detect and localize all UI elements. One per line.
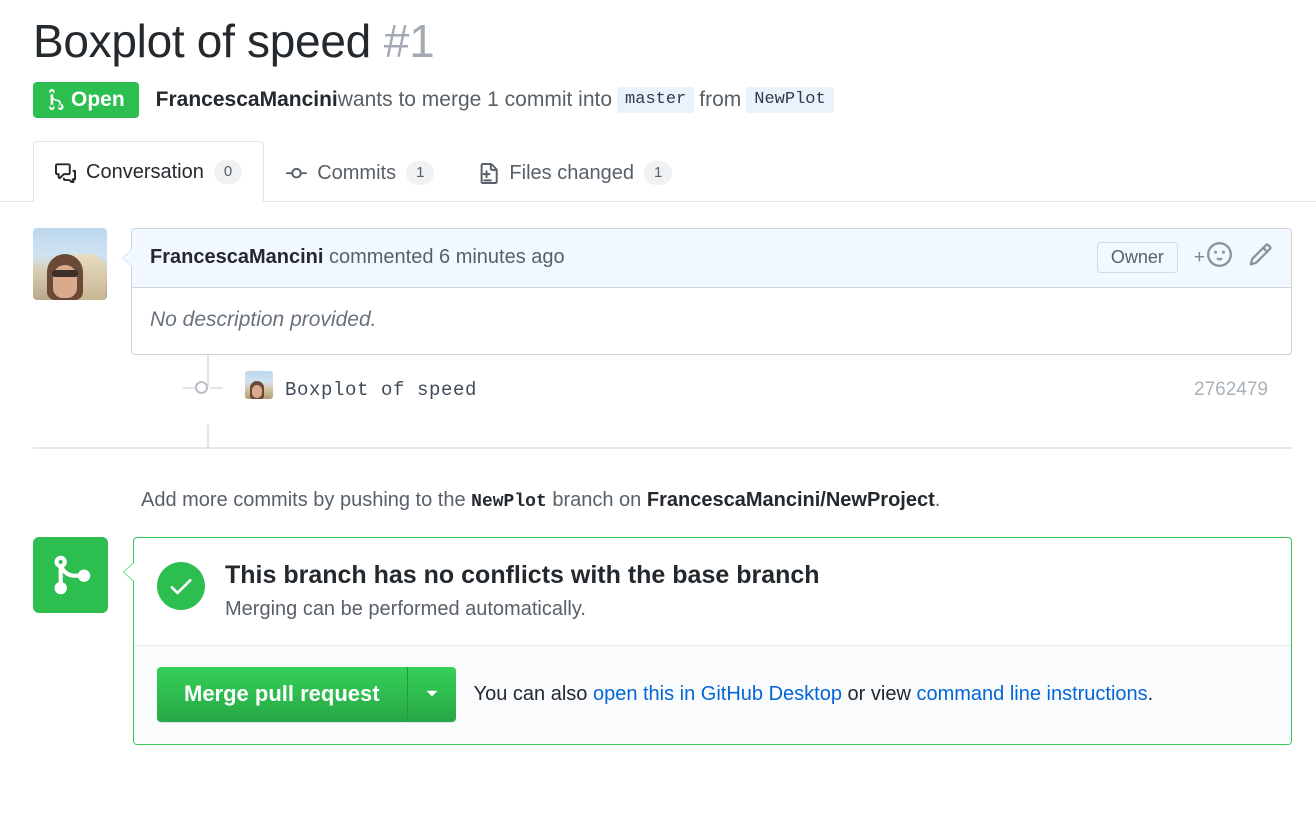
git-commit-icon	[286, 163, 308, 184]
merge-box: This branch has no conflicts with the ba…	[123, 537, 1292, 746]
merge-status: This branch has no conflicts with the ba…	[134, 538, 1291, 645]
tab-commits-label: Commits	[317, 161, 397, 184]
status-badge: Open	[33, 82, 139, 118]
commit-avatar-face	[252, 385, 262, 398]
github-desktop-link[interactable]: open this in GitHub Desktop	[593, 683, 842, 705]
git-pull-request-icon	[45, 89, 64, 110]
commit-sha[interactable]: 2762479	[1194, 379, 1268, 401]
commit-author-avatar[interactable]	[245, 371, 273, 399]
file-diff-icon	[478, 162, 499, 184]
comment-arrow-fill	[123, 249, 133, 267]
avatar[interactable]	[33, 228, 107, 300]
tab-files-changed[interactable]: Files changed 1	[456, 143, 694, 202]
commits-block: Boxplot of speed 2762479	[33, 355, 1292, 447]
timeline-node	[195, 381, 208, 394]
merge-status-title: This branch has no conflicts with the ba…	[225, 561, 820, 589]
pr-author: FrancescaMancini	[155, 88, 338, 111]
pr-meta-row: Open FrancescaMancini wants to merge 1 c…	[0, 68, 1316, 118]
tab-conversation-label: Conversation	[86, 160, 204, 183]
tab-commits-count: 1	[406, 161, 435, 185]
from-label: from	[699, 88, 742, 111]
timeline-stub-left	[183, 387, 195, 389]
tab-files-changed-label: Files changed	[509, 161, 634, 184]
merge-status-subtitle: Merging can be performed automatically.	[225, 598, 586, 621]
merge-actions: Merge pull request You can also open thi…	[134, 645, 1291, 745]
merge-action-text: wants to merge 1 commit into	[337, 88, 613, 111]
comment-body: No description provided.	[150, 308, 377, 331]
comment-discussion-icon	[55, 162, 76, 183]
merge-alt-middle: or view	[841, 683, 917, 706]
merge-alternatives-text: You can also open this in GitHub Desktop…	[474, 683, 1154, 706]
comment-meta: commented 6 minutes ago	[323, 246, 565, 268]
owner-badge: Owner	[1096, 242, 1178, 273]
merge-status-text: This branch has no conflicts with the ba…	[225, 560, 820, 621]
commit-row: Boxplot of speed 2762479	[33, 355, 1292, 425]
conversation-content: FrancescaMancini commented 6 minutes ago…	[0, 228, 1316, 449]
merge-section: This branch has no conflicts with the ba…	[33, 537, 1316, 746]
tab-files-changed-count: 1	[643, 161, 673, 185]
base-branch-chip[interactable]: master	[617, 87, 695, 113]
merge-pull-request-button[interactable]: Merge pull request	[157, 667, 407, 723]
push-commits-note: Add more commits by pushing to the NewPl…	[141, 489, 1316, 512]
push-note-prefix: Add more commits by pushing to the	[141, 489, 472, 511]
push-note-suffix: .	[934, 489, 941, 511]
comment-header: FrancescaMancini commented 6 minutes ago…	[132, 229, 1291, 288]
tab-commits[interactable]: Commits 1	[264, 143, 456, 202]
check-circle-icon	[157, 562, 205, 610]
status-badge-label: Open	[71, 88, 125, 111]
timeline-line-bottom	[207, 425, 209, 447]
page-title: Boxplot of speed #1	[0, 0, 1316, 68]
tab-conversation-count: 0	[213, 160, 243, 184]
smiley-icon	[1207, 242, 1232, 273]
avatar-sunglasses	[52, 270, 78, 277]
merge-alt-prefix: You can also	[473, 683, 593, 706]
merge-description: FrancescaMancini wants to merge 1 commit…	[156, 87, 839, 113]
pr-title-text: Boxplot of speed	[33, 15, 371, 67]
comment-box: FrancescaMancini commented 6 minutes ago…	[122, 228, 1292, 355]
push-note-branch: NewPlot	[471, 492, 547, 512]
git-merge-icon	[33, 537, 108, 613]
comment-author[interactable]: FrancescaMancini	[150, 246, 323, 268]
merge-alt-suffix: .	[1147, 683, 1154, 706]
push-note-repo: FrancescaMancini/NewProject	[646, 489, 935, 511]
merge-arrow-fill	[124, 562, 135, 582]
comment-timeline-row: FrancescaMancini commented 6 minutes ago…	[33, 228, 1292, 355]
edit-comment-button[interactable]	[1248, 242, 1273, 273]
comment-header-actions: Owner +	[1096, 242, 1273, 273]
timeline-divider	[33, 447, 1292, 449]
plus-icon: +	[1193, 247, 1205, 268]
pencil-icon	[1248, 242, 1273, 273]
tab-conversation[interactable]: Conversation 0	[33, 141, 265, 202]
timeline-stub-right	[210, 387, 223, 389]
head-branch-chip[interactable]: NewPlot	[746, 87, 834, 113]
add-reaction-button[interactable]: +	[1194, 242, 1232, 273]
comment-byline: FrancescaMancini commented 6 minutes ago	[150, 246, 565, 269]
pr-number: #1	[383, 15, 435, 67]
chevron-down-icon	[423, 684, 441, 705]
push-note-middle: branch on	[546, 489, 647, 511]
pr-tabbar: Conversation 0 Commits 1 Files changed 1	[0, 141, 1316, 202]
merge-button-group: Merge pull request	[157, 667, 456, 723]
commit-message[interactable]: Boxplot of speed	[285, 379, 477, 401]
merge-options-dropdown-button[interactable]	[406, 667, 456, 723]
command-line-instructions-link[interactable]: command line instructions	[916, 683, 1147, 705]
